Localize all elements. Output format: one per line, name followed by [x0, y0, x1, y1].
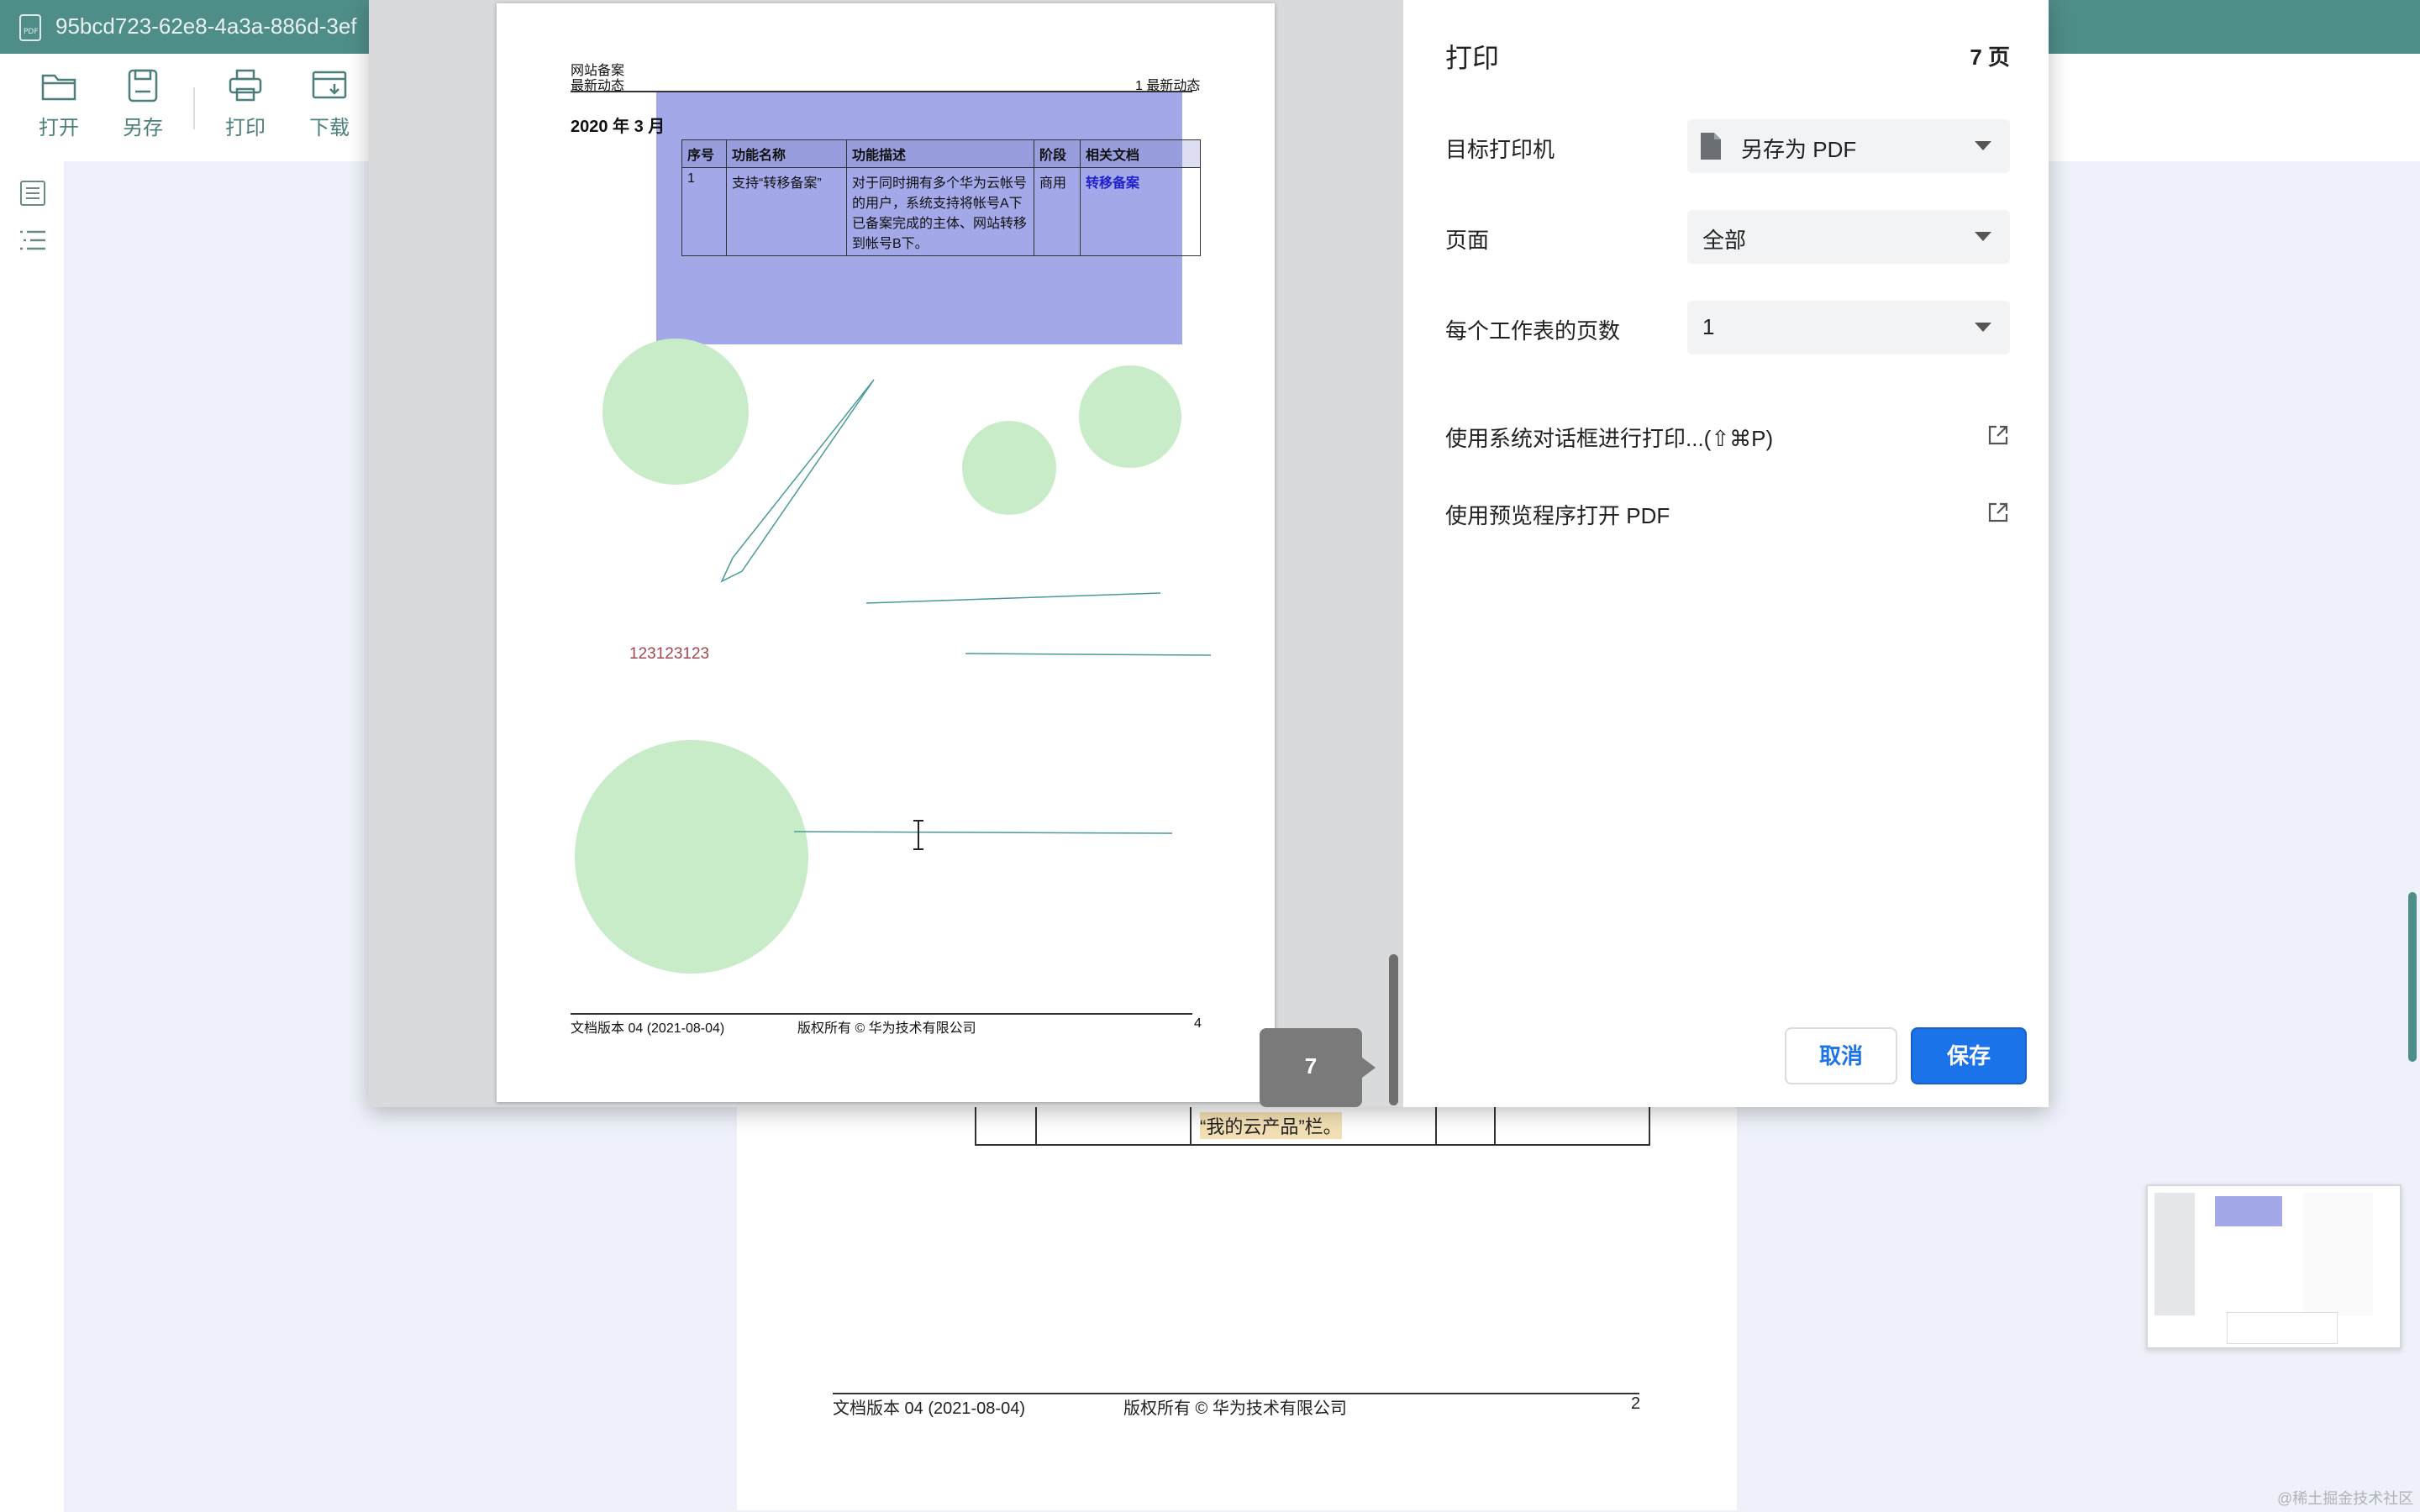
- file-title: 95bcd723-62e8-4a3a-886d-3ef: [55, 13, 357, 39]
- destination-label: 目标打印机: [1445, 137, 1555, 162]
- line-annotation: [865, 592, 1161, 604]
- left-sidebar: [0, 161, 64, 1512]
- outline-view-icon[interactable]: [18, 227, 47, 258]
- folder-icon: [41, 74, 76, 101]
- background-document-page: “我的云产品”栏。 文档版本 04 (2021-08-04) 版权所有 © 华为…: [737, 1107, 1737, 1510]
- chevron-down-icon: [1975, 323, 1991, 332]
- circle-annotation: [962, 421, 1056, 515]
- dialog-title: 打印: [1445, 43, 1500, 73]
- thumbnail-view-icon[interactable]: [18, 180, 47, 211]
- toolbar-divider: [193, 87, 195, 129]
- download-button[interactable]: 下载: [291, 69, 368, 153]
- destination-select[interactable]: 另存为 PDF: [1687, 119, 2010, 173]
- total-pages: 7 页: [1970, 45, 2010, 70]
- annotation-layer: [575, 339, 1212, 974]
- watermark: @稀土掘金技术社区: [2277, 1490, 2414, 1507]
- system-dialog-link[interactable]: 使用系统对话框进行打印...(⇧⌘P): [1445, 422, 2010, 455]
- circle-annotation: [602, 339, 749, 485]
- save-icon: [128, 69, 158, 102]
- page-footer-version: 文档版本 04 (2021-08-04): [571, 1021, 725, 1036]
- open-button[interactable]: 打开: [20, 69, 97, 153]
- chevron-down-icon: [1975, 232, 1991, 241]
- bg-footer-version: 文档版本 04 (2021-08-04): [833, 1399, 1025, 1418]
- background-table-row: “我的云产品”栏。: [975, 1107, 1650, 1146]
- text-annotation[interactable]: 123123123: [629, 645, 709, 664]
- open-external-icon: [1986, 423, 2010, 451]
- preview-scrollbar-thumb[interactable]: [1389, 954, 1398, 1105]
- pages-select[interactable]: 全部: [1687, 210, 2010, 264]
- save-as-button[interactable]: 另存: [104, 69, 182, 153]
- bg-footer-page: 2: [1631, 1394, 1641, 1413]
- bg-cell-2: “我的云产品”栏。: [1200, 1112, 1342, 1139]
- preview-page: 网站备案 最新动态 1 最新动态 2020 年 3 月 序号 功能名称 功能描述…: [497, 3, 1275, 1102]
- circle-annotation: [1079, 365, 1181, 468]
- open-external-icon: [1986, 501, 2010, 528]
- svg-text:PDF: PDF: [24, 28, 39, 36]
- minimap-thumbnail[interactable]: [2146, 1184, 2402, 1349]
- tooltip-pointer: [1362, 1058, 1376, 1078]
- page-footer-copyright: 版权所有 © 华为技术有限公司: [797, 1021, 976, 1036]
- page-scrollbar[interactable]: [2408, 892, 2417, 1062]
- pages-per-sheet-select[interactable]: 1: [1687, 301, 2010, 354]
- page-footer-rule: [571, 1013, 1192, 1015]
- pages-per-sheet-label: 每个工作表的页数: [1445, 318, 1621, 344]
- download-icon: [312, 71, 347, 99]
- print-button[interactable]: 打印: [207, 69, 284, 153]
- line-annotation: [793, 831, 1173, 834]
- pages-label: 页面: [1445, 228, 1490, 253]
- cancel-button[interactable]: 取消: [1785, 1027, 1897, 1084]
- save-button[interactable]: 保存: [1911, 1027, 2027, 1084]
- document-icon: [1699, 131, 1723, 165]
- printer-icon: [229, 69, 262, 102]
- circle-annotation: [575, 740, 808, 974]
- chevron-down-icon: [1975, 141, 1991, 150]
- page-footer-page: 4: [1194, 1016, 1202, 1031]
- text-cursor-icon: [910, 818, 927, 856]
- line-annotation: [965, 653, 1212, 656]
- open-in-preview-link[interactable]: 使用预览程序打开 PDF: [1445, 499, 2010, 533]
- pdf-file-icon: PDF: [17, 13, 45, 46]
- page-number-tooltip: 7: [1260, 1028, 1362, 1107]
- bg-footer-copyright: 版权所有 © 华为技术有限公司: [1123, 1399, 1347, 1418]
